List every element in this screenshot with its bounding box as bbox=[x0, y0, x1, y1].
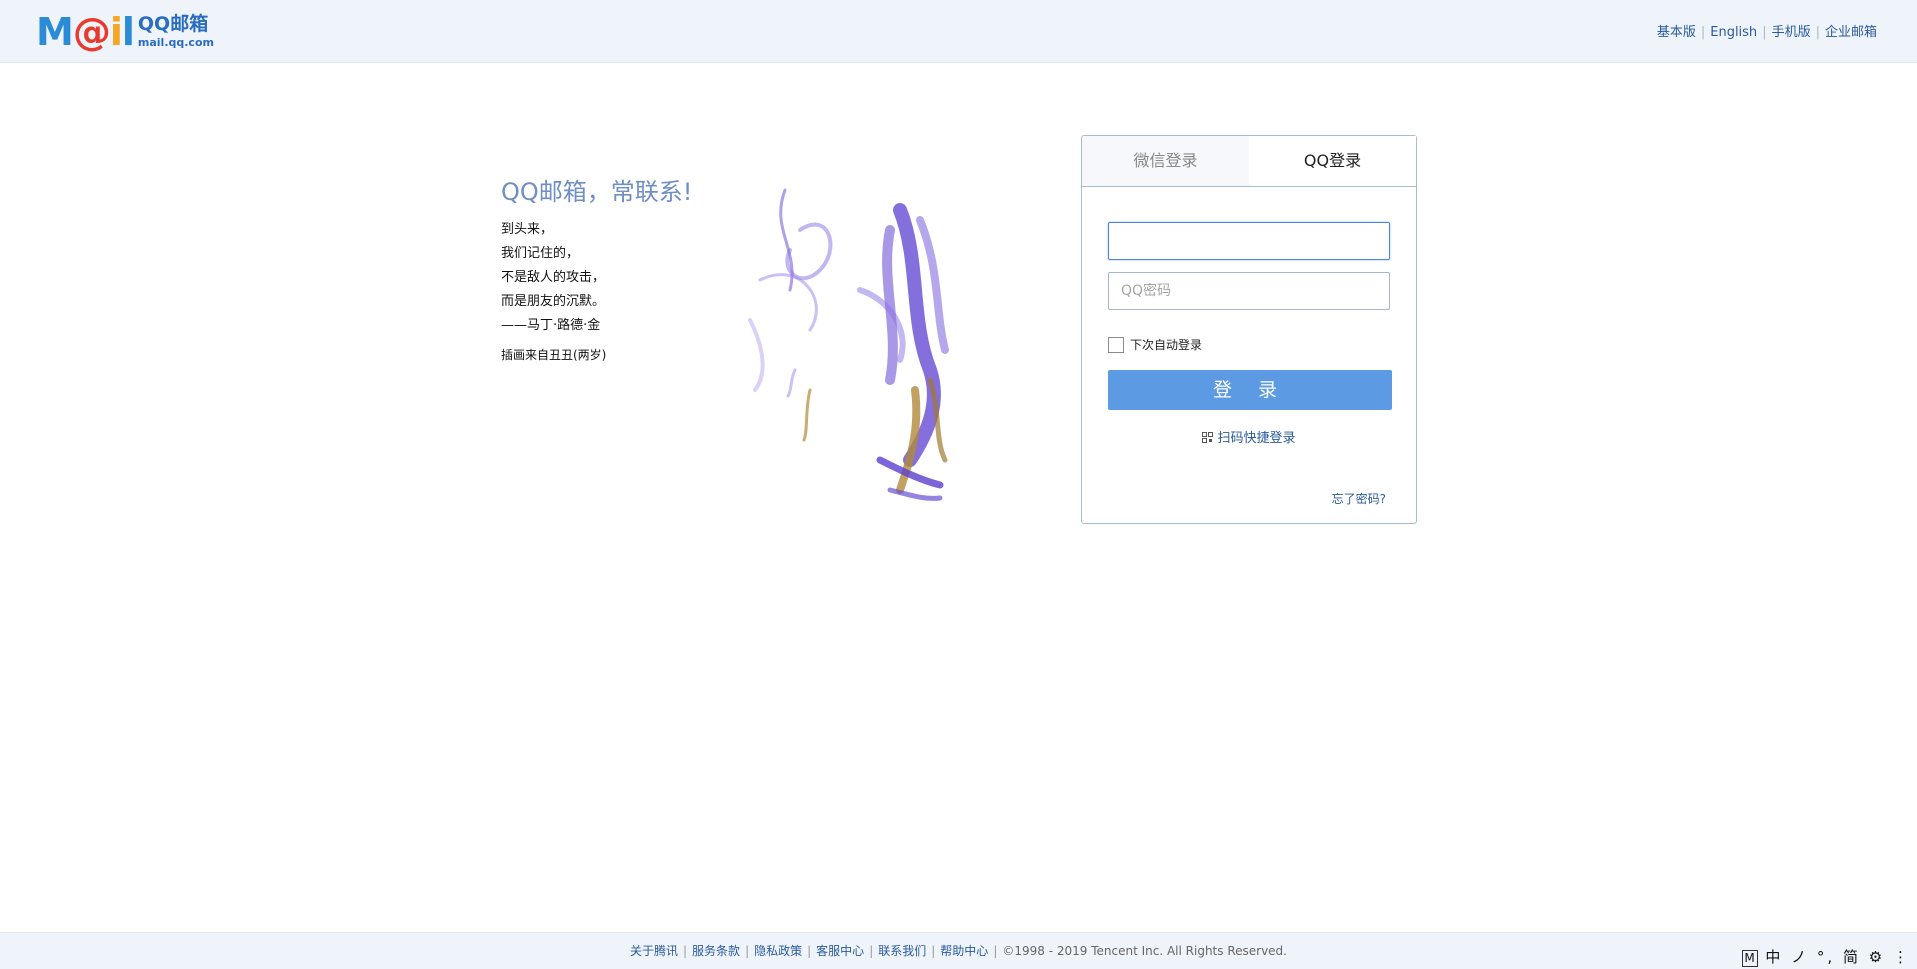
ime-menu-icon[interactable]: ⋮ bbox=[1893, 948, 1911, 966]
basic-version-link[interactable]: 基本版 bbox=[1657, 25, 1696, 40]
copyright: ©1998 - 2019 Tencent Inc. All Rights Res… bbox=[1002, 944, 1287, 958]
ime-toolbar: M 中 ノ °, 简 ⚙ ⋮ bbox=[1741, 946, 1911, 967]
remember-label: 下次自动登录 bbox=[1130, 338, 1203, 352]
footer-link-contact[interactable]: 联系我们 bbox=[878, 944, 926, 958]
login-tabs: 微信登录 QQ登录 bbox=[1082, 136, 1416, 187]
ime-simplified-toggle[interactable]: 简 bbox=[1843, 948, 1861, 966]
remember-checkbox[interactable] bbox=[1108, 336, 1124, 353]
poem-author: ——马丁·路德·金 bbox=[501, 318, 601, 333]
mobile-version-link[interactable]: 手机版 bbox=[1772, 25, 1811, 40]
login-button[interactable]: 登 录 bbox=[1108, 370, 1392, 410]
gear-icon[interactable]: ⚙ bbox=[1869, 948, 1885, 966]
logo-url-text: mail.qq.com bbox=[137, 36, 214, 49]
qr-code-icon bbox=[1202, 432, 1214, 443]
poem-line: 而是朋友的沉默。 bbox=[501, 294, 606, 309]
qq-mail-logo[interactable]: M@il QQ邮箱 mail.qq.com bbox=[36, 12, 214, 52]
enterprise-mail-link[interactable]: 企业邮箱 bbox=[1825, 25, 1877, 40]
top-links: 基本版 | English | 手机版 | 企业邮箱 bbox=[1656, 25, 1877, 40]
remember-login[interactable]: 下次自动登录 bbox=[1108, 336, 1202, 353]
logo-wordmark: M@il bbox=[36, 10, 135, 54]
ime-mode-icon[interactable]: M bbox=[1741, 950, 1758, 967]
poem: 到头来， 我们记住的， 不是敌人的攻击， 而是朋友的沉默。 ——马丁·路德·金 bbox=[501, 218, 605, 338]
tab-qq-login[interactable]: QQ登录 bbox=[1249, 136, 1416, 186]
footer-link-terms[interactable]: 服务条款 bbox=[692, 944, 740, 958]
illustration-credit: 插画来自丑丑(两岁) bbox=[501, 348, 607, 362]
top-header: M@il QQ邮箱 mail.qq.com 基本版 | English | 手机版 | 企业… bbox=[0, 0, 1917, 63]
poem-line: 我们记住的， bbox=[501, 246, 580, 261]
footer-link-help[interactable]: 帮助中心 bbox=[940, 944, 988, 958]
slogan: QQ邮箱，常联系! bbox=[501, 178, 693, 206]
footer-link-about[interactable]: 关于腾讯 bbox=[630, 944, 678, 958]
footer-link-support[interactable]: 客服中心 bbox=[816, 944, 864, 958]
qr-login-label: 扫码快捷登录 bbox=[1217, 431, 1296, 446]
ime-halfwidth-icon[interactable]: ノ bbox=[1791, 948, 1809, 966]
english-link[interactable]: English bbox=[1710, 25, 1757, 40]
ime-punctuation-icon[interactable]: °, bbox=[1817, 948, 1835, 966]
tab-wechat-login[interactable]: 微信登录 bbox=[1082, 136, 1249, 186]
ime-chinese-toggle[interactable]: 中 bbox=[1765, 948, 1783, 966]
poem-line: 到头来， bbox=[501, 222, 554, 237]
poem-line: 不是敌人的攻击， bbox=[501, 270, 606, 285]
child-illustration bbox=[748, 188, 949, 501]
account-input[interactable] bbox=[1108, 222, 1390, 260]
password-input[interactable] bbox=[1108, 272, 1390, 310]
logo-cn-text: QQ邮箱 bbox=[137, 13, 209, 35]
forgot-password-link[interactable]: 忘了密码? bbox=[1332, 490, 1386, 507]
login-panel: 微信登录 QQ登录 下次自动登录 登 录 扫码快捷登录 忘了密码? bbox=[1081, 135, 1417, 524]
footer: 关于腾讯 | 服务条款 | 隐私政策 | 客服中心 | 联系我们 | 帮助中心 | ©1998 - 20… bbox=[0, 932, 1917, 969]
qr-login-link[interactable]: 扫码快捷登录 bbox=[1082, 427, 1416, 446]
footer-link-privacy[interactable]: 隐私政策 bbox=[754, 944, 802, 958]
